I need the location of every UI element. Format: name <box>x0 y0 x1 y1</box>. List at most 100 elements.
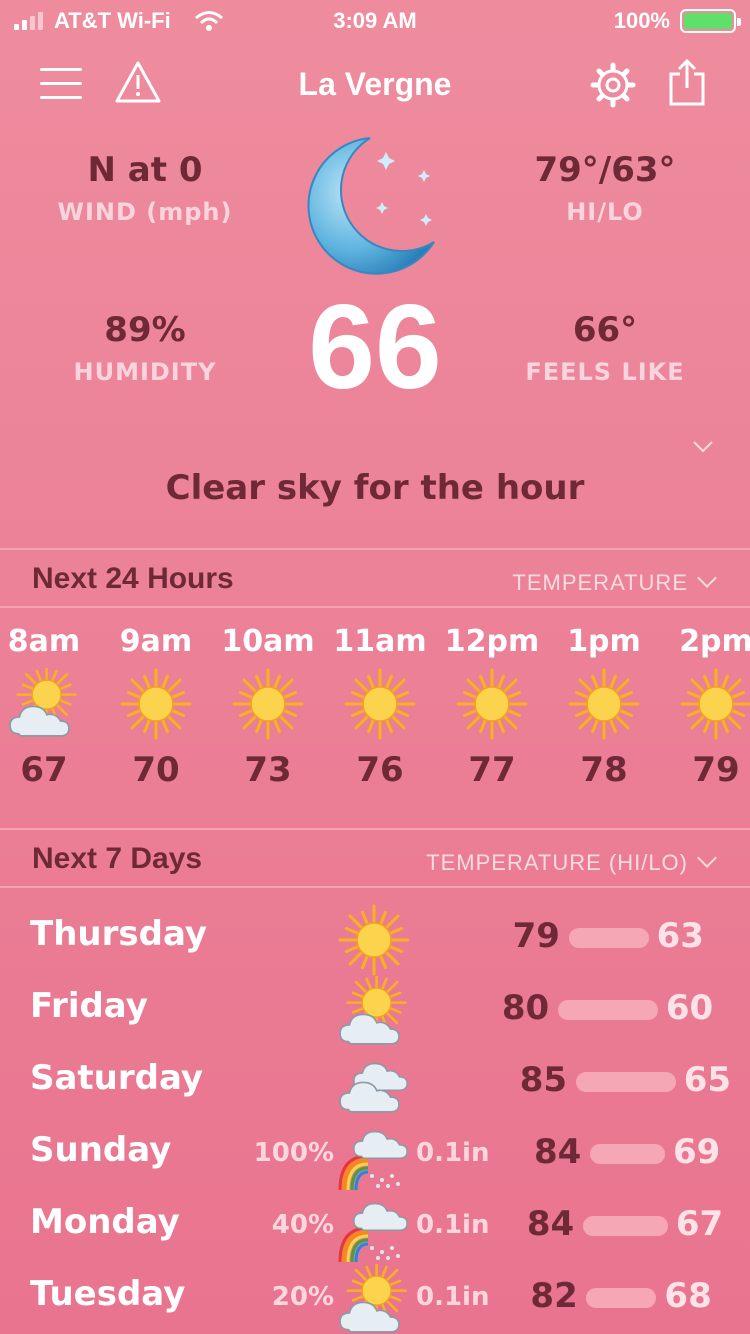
day-low: 69 <box>673 1132 721 1172</box>
daily-row[interactable]: Saturday 85 65 <box>0 1048 750 1120</box>
hourly-temp: 70 <box>132 750 180 790</box>
day-name: Monday <box>30 1202 180 1242</box>
precip-chance: 20% <box>271 1282 334 1312</box>
day-name: Thursday <box>30 914 208 954</box>
condition-summary: Clear sky for the hour <box>165 468 585 508</box>
expand-chevron-icon[interactable] <box>692 440 713 460</box>
hourly-temp: 78 <box>580 750 628 790</box>
day-name: Friday <box>30 986 148 1026</box>
day-low: 63 <box>656 916 704 956</box>
hourly-item: 1pm 78 <box>548 624 660 790</box>
rain-rainbow-icon <box>338 1120 410 1192</box>
hourly-item: 9am 70 <box>100 624 212 790</box>
hourly-temp: 73 <box>244 750 292 790</box>
hourly-item: 8am 67 <box>0 624 100 790</box>
location-title[interactable]: La Vergne <box>0 66 750 103</box>
sun-icon <box>232 668 304 740</box>
rain-amount: 0.1in <box>416 1282 490 1312</box>
battery-icon <box>680 9 741 33</box>
day-high: 84 <box>526 1204 575 1244</box>
sun-icon <box>568 668 640 740</box>
temp-range-bar <box>557 1000 658 1020</box>
daily-row[interactable]: Monday 40% 0.1in 84 67 <box>0 1192 750 1264</box>
hourly-temp: 67 <box>20 750 68 790</box>
hourly-temp: 79 <box>692 750 740 790</box>
rain-amount: 0.1in <box>416 1138 490 1168</box>
daily-row[interactable]: Thursday 79 63 <box>0 904 750 976</box>
sun-icon <box>456 668 528 740</box>
daily-metric-selector[interactable]: TEMPERATURE (HI/LO) <box>426 848 717 876</box>
day-high: 79 <box>512 916 560 956</box>
gear-icon[interactable] <box>590 62 636 108</box>
sun-icon <box>338 904 410 976</box>
rain-rainbow-icon <box>338 1192 410 1264</box>
partly-cloudy-icon <box>338 976 410 1048</box>
section-divider <box>0 548 750 550</box>
hourly-item: 12pm 77 <box>436 624 548 790</box>
day-name: Sunday <box>30 1130 172 1170</box>
temp-range-bar <box>582 1216 668 1236</box>
partly-cloudy-icon <box>8 668 80 740</box>
hourly-time: 9am <box>119 624 193 659</box>
daily-section-title: Next 7 Days <box>32 842 203 875</box>
section-divider <box>0 828 750 830</box>
day-low: 67 <box>675 1204 724 1244</box>
temp-range-bar <box>568 928 649 948</box>
chevron-down-icon <box>697 568 717 588</box>
feels-like-label: FEELS LIKE <box>525 358 685 386</box>
hourly-forecast-strip[interactable]: 8am 67 9am 70 10am 73 11am 76 12pm 77 1pm 78 2… <box>0 624 750 804</box>
day-high: 82 <box>530 1276 578 1316</box>
day-high: 85 <box>519 1060 568 1100</box>
hourly-temp: 76 <box>356 750 404 790</box>
cloudy-icon <box>338 1048 410 1120</box>
daily-row[interactable]: Friday 80 60 <box>0 976 750 1048</box>
rain-amount: 0.1in <box>416 1210 490 1240</box>
day-high: 84 <box>534 1132 582 1172</box>
hourly-time: 11am <box>333 624 427 659</box>
daily-row[interactable]: Tuesday 20% 0.1in 82 68 <box>0 1264 750 1334</box>
hourly-section-title: Next 24 Hours <box>32 562 234 595</box>
sun-icon <box>344 668 416 740</box>
section-divider <box>0 886 750 888</box>
sun-icon <box>120 668 192 740</box>
hourly-time: 12pm <box>444 624 540 659</box>
wind-value: N at 0 <box>87 150 203 190</box>
crescent-moon-stars-icon <box>300 132 450 282</box>
temp-range-bar <box>575 1072 676 1092</box>
temp-range-bar <box>586 1288 657 1308</box>
hilo-value: 79°/63° <box>534 150 676 190</box>
hourly-metric-label: TEMPERATURE <box>512 570 688 595</box>
day-low: 65 <box>683 1060 732 1100</box>
share-icon[interactable] <box>668 58 706 106</box>
daily-metric-label: TEMPERATURE (HI/LO) <box>426 850 688 875</box>
hourly-item: 2pm 79 <box>660 624 750 790</box>
precip-chance: 40% <box>271 1210 334 1240</box>
wind-label: WIND (mph) <box>57 198 233 226</box>
day-low: 60 <box>665 988 714 1028</box>
hourly-time: 10am <box>221 624 315 659</box>
humidity-value: 89% <box>104 310 186 350</box>
partly-cloudy-icon <box>338 1264 410 1334</box>
hourly-time: 8am <box>7 624 81 659</box>
day-name: Tuesday <box>30 1274 186 1314</box>
sun-icon <box>680 668 750 740</box>
hourly-temp: 77 <box>468 750 516 790</box>
daily-row[interactable]: Sunday 100% 0.1in 84 69 <box>0 1120 750 1192</box>
hourly-metric-selector[interactable]: TEMPERATURE <box>512 568 717 596</box>
day-low: 68 <box>664 1276 712 1316</box>
section-divider <box>0 606 750 608</box>
day-name: Saturday <box>30 1058 204 1098</box>
hourly-item: 10am 73 <box>212 624 324 790</box>
hourly-time: 1pm <box>567 624 641 659</box>
battery-percent: 100% <box>613 8 670 33</box>
status-bar: AT&T Wi-Fi 3:09 AM 100% <box>0 0 750 42</box>
day-high: 80 <box>501 988 550 1028</box>
current-temperature: 66 <box>308 280 442 414</box>
chevron-down-icon <box>697 848 717 868</box>
feels-like-value: 66° <box>572 310 638 350</box>
precip-chance: 100% <box>253 1138 334 1168</box>
hourly-item: 11am 76 <box>324 624 436 790</box>
hilo-label: HI/LO <box>566 198 644 226</box>
hourly-time: 2pm <box>679 624 750 659</box>
humidity-label: HUMIDITY <box>73 358 217 386</box>
